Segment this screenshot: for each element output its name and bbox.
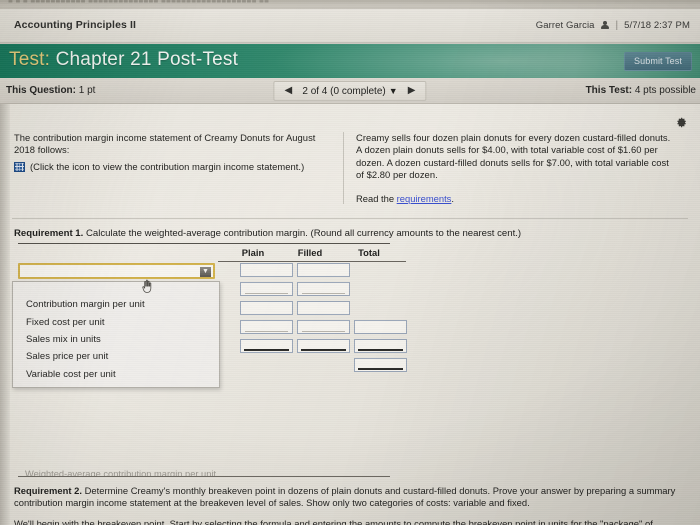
this-test-points: 4 pts possible: [634, 85, 696, 96]
course-title: Accounting Principles II: [14, 19, 137, 31]
cell-filled-row3[interactable]: [297, 301, 350, 315]
clipped-row-label: Weighted-average contribution margin per…: [25, 470, 217, 477]
statement-left-text: The contribution margin income statement…: [14, 132, 316, 156]
this-test-info: This Test: 4 pts possible: [586, 85, 696, 96]
cell-total-row5[interactable]: [354, 339, 407, 353]
user-zone: Garret Garcia | 5/7/18 2:37 PM: [536, 20, 690, 31]
requirement1-text: Calculate the weighted-average contribut…: [83, 228, 522, 239]
person-icon[interactable]: [601, 20, 610, 31]
question-toolbar: This Question: 1 pt ◀ 2 of 4 (0 complete…: [0, 78, 700, 104]
grid-icon[interactable]: [14, 161, 25, 172]
read-suffix: .: [451, 192, 454, 204]
next-question-button[interactable]: ▶: [402, 84, 422, 98]
requirements-link[interactable]: requirements: [397, 193, 452, 204]
app-header: Accounting Principles II Garret Garcia |…: [0, 9, 700, 43]
cell-plain-row3[interactable]: [240, 301, 293, 315]
requirement1-heading: Requirement 1. Calculate the weighted-av…: [14, 228, 521, 239]
cell-total-row4[interactable]: [354, 320, 407, 334]
cell-underline: [245, 331, 288, 332]
read-prefix: Read the: [356, 192, 397, 204]
cell-underline: [302, 331, 345, 332]
cell-filled-row5[interactable]: [297, 339, 350, 353]
chevron-down-icon: ▼: [388, 85, 398, 96]
question-navigator: ◀ 2 of 4 (0 complete) ▼ ▶: [273, 81, 427, 101]
question-counter-text: 2 of 4 (0 complete): [302, 85, 386, 97]
cell-double-underline: [301, 348, 346, 351]
line-item-dropdown-list[interactable]: Contribution margin per unit Fixed cost …: [12, 281, 220, 388]
application-screenshot: ■ ■ ■ ■■■■■■■■■■■ ■■■■■■■■■■■■■■ ■■■■■■■…: [0, 0, 700, 525]
this-test-label: This Test:: [585, 85, 633, 96]
dropdown-option-contribution-margin-per-unit[interactable]: Contribution margin per unit: [13, 296, 219, 313]
read-requirements-line: Read the requirements.: [356, 193, 676, 204]
this-question-points: 1 pt: [78, 85, 96, 96]
cell-plain-row5[interactable]: [240, 339, 293, 353]
dropdown-option-sales-price-per-unit[interactable]: Sales price per unit: [13, 348, 219, 365]
dropdown-option-variable-cost-per-unit[interactable]: Variable cost per unit: [13, 366, 219, 383]
divider-above-requirement1: [12, 218, 688, 219]
cell-double-underline: [358, 367, 403, 370]
user-name: Garret Garcia: [535, 20, 595, 31]
requirement2-label: Requirement 2.: [14, 485, 83, 496]
chrome-ghost-text: ■ ■ ■ ■■■■■■■■■■■ ■■■■■■■■■■■■■■ ■■■■■■■…: [8, 0, 270, 5]
cell-plain-row2[interactable]: [240, 282, 293, 296]
dropdown-option-fixed-cost-per-unit[interactable]: Fixed cost per unit: [13, 313, 219, 330]
question-counter-dropdown[interactable]: 2 of 4 (0 complete) ▼: [298, 86, 401, 97]
gear-icon[interactable]: [675, 116, 688, 129]
column-header-filled: Filled: [297, 247, 323, 258]
statement-left-column: The contribution margin income statement…: [14, 132, 344, 204]
requirement2-block: Requirement 2. Determine Creamy's monthl…: [14, 485, 690, 525]
cell-double-underline: [244, 348, 289, 351]
statement-right-column: Creamy sells four dozen plain donuts for…: [344, 132, 676, 204]
cell-underline: [302, 293, 345, 294]
cell-filled-row4[interactable]: [297, 320, 350, 334]
page-title-prefix: Test:: [9, 49, 51, 70]
problem-statement: The contribution margin income statement…: [14, 132, 686, 204]
table-header-rule: [218, 261, 406, 262]
left-rail: [0, 104, 10, 525]
requirement2-text: Determine Creamy's monthly breakeven poi…: [14, 485, 676, 509]
cell-underline: [245, 293, 288, 294]
statement-right-text: Creamy sells four dozen plain donuts for…: [356, 132, 671, 181]
timestamp: 5/7/18 2:37 PM: [624, 20, 690, 31]
cell-filled-row2[interactable]: [297, 282, 350, 296]
header-divider: |: [615, 20, 619, 31]
cell-double-underline: [358, 348, 403, 351]
browser-chrome-strip: ■ ■ ■ ■■■■■■■■■■■ ■■■■■■■■■■■■■■ ■■■■■■■…: [0, 0, 700, 9]
table-column-headers: Plain Filled Total: [18, 246, 390, 260]
requirement1-top-rule: [18, 243, 390, 244]
cell-total-row6[interactable]: [354, 358, 407, 372]
statement-icon-note: (Click the icon to view the contribution…: [30, 160, 305, 172]
submit-test-button[interactable]: Submit Test: [624, 52, 692, 71]
cell-filled-row1[interactable]: [297, 263, 350, 277]
chevron-down-icon[interactable]: ▼: [200, 267, 211, 277]
prev-question-button[interactable]: ◀: [278, 84, 298, 98]
requirement2-paragraph2: We'll begin with the breakeven point. St…: [14, 518, 653, 525]
requirement1-label: Requirement 1.: [14, 228, 84, 239]
page-title-text: Chapter 21 Post-Test: [55, 49, 239, 70]
line-item-select[interactable]: ▼: [18, 263, 215, 279]
page-title: Test: Chapter 21 Post-Test: [9, 49, 238, 71]
cell-plain-row4[interactable]: [240, 320, 293, 334]
cell-plain-row1[interactable]: [240, 263, 293, 277]
column-header-plain: Plain: [241, 247, 265, 258]
test-title-bar: Test: Chapter 21 Post-Test Submit Test: [0, 44, 700, 78]
statement-icon-row: (Click the icon to view the contribution…: [14, 161, 333, 173]
dropdown-option-sales-mix-in-units[interactable]: Sales mix in units: [13, 331, 219, 348]
this-question-label: This Question:: [6, 85, 76, 96]
this-question-info: This Question: 1 pt: [6, 85, 95, 96]
problem-canvas: The contribution margin income statement…: [0, 104, 700, 525]
requirement2-heading: Requirement 2. Determine Creamy's monthl…: [14, 485, 690, 509]
column-header-total: Total: [358, 247, 380, 258]
